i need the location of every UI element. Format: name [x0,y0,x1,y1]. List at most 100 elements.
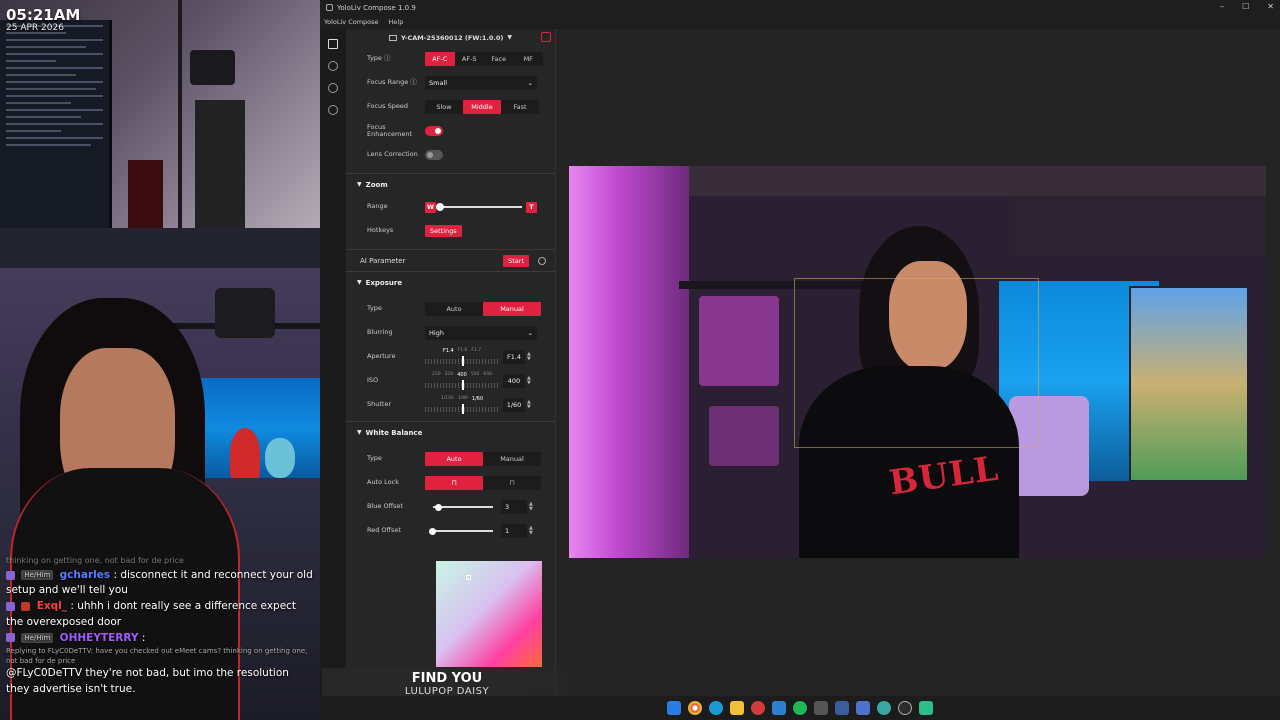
dial-tick-label: F1.7 [471,348,482,353]
stepper-arrows-icon[interactable]: ▲ ▼ [529,502,533,512]
lens-correction-row: Lens Correction [346,143,555,167]
exposure-section-header[interactable]: ▼ Exposure [346,271,555,293]
chat-message: He/Him OHHEYTERRY : Replying to FLyC0DeT… [6,631,314,697]
aperture-value[interactable]: F1.4 [503,350,525,364]
browser-icon[interactable] [877,701,891,715]
lock-icon[interactable]: ⊓ [483,476,541,490]
zoom-slider[interactable] [436,203,522,211]
menu-app[interactable]: YoloLiv Compose [324,18,379,26]
lens-correction-toggle[interactable] [425,150,443,160]
red-offset-row: Red Offset 1 ▲ ▼ [346,519,555,543]
wb-manual[interactable]: Manual [483,452,541,466]
red-offset-value[interactable]: 1 [501,524,527,538]
chat-text: : [141,631,146,644]
app-icon[interactable] [856,701,870,715]
zoom-section-header[interactable]: ▼ Zoom [346,173,555,195]
focus-range-value: Small [429,79,448,87]
focus-speed-middle[interactable]: Middle [463,100,501,114]
stepper-arrows-icon[interactable]: ▲ ▼ [527,352,531,362]
subscriber-badge-icon [6,570,15,580]
chat-username: gcharles [59,569,111,581]
aperture-dial[interactable]: F1.4 F1.6 F1.7 [425,347,499,367]
stepper-arrows-icon[interactable]: ▲ ▼ [529,526,533,536]
blue-offset-value[interactable]: 3 [501,500,527,514]
white-balance-section-header[interactable]: ▼ White Balance [346,421,555,443]
focus-type-mf[interactable]: MF [513,52,543,66]
chat-username: Exql_ [36,600,67,613]
focus-type-afc[interactable]: AF-C [425,52,455,66]
blurring-value: High [429,329,444,337]
stepper-arrows-icon[interactable]: ▲ ▼ [527,376,531,386]
shutter-dial[interactable]: 1/100 1/80 1/60 [425,395,499,415]
exposure-title: Exposure [365,278,403,287]
focus-type-row: Type ⓘ AF-C AF-S Face MF [346,47,555,71]
maximize-button[interactable]: ☐ [1242,2,1249,11]
zoom-tele-button[interactable]: T [526,201,537,213]
side-icon-bar [320,29,346,720]
close-button[interactable]: ✕ [1267,2,1274,11]
hotkeys-settings-button[interactable]: Settings [425,225,462,237]
auto-lock-label: Auto Lock [367,478,399,487]
camera-preview: BULL [569,166,1266,558]
app-icon[interactable] [835,701,849,715]
wb-type-label: Type [367,454,382,463]
chat-username: OHHEYTERRY [59,631,139,644]
zoom-hotkeys-row: Hotkeys Settings [346,219,555,243]
auto-lock-row: Auto Lock ⊓ ⊓ [346,471,555,495]
red-offset-slider[interactable] [429,527,493,535]
app-icon[interactable] [751,701,765,715]
chat-overlay: thinking on getting one, not bad for de … [0,555,320,720]
shutter-value[interactable]: 1/60 [503,398,525,412]
wb-auto[interactable]: Auto [425,452,483,466]
terminal-icon[interactable] [814,701,828,715]
blue-offset-slider[interactable] [433,503,493,511]
menu-bar: YoloLiv Compose Help [320,15,1280,29]
iso-value[interactable]: 400 [503,374,525,388]
app-icon[interactable] [919,701,933,715]
exposure-manual[interactable]: Manual [483,302,541,316]
zoom-wide-button[interactable]: W [425,201,436,213]
ai-start-button[interactable]: Start [503,254,529,267]
blue-offset-label: Blue Offset [367,502,403,511]
focus-speed-slow[interactable]: Slow [425,100,463,114]
iso-dial[interactable]: 250 320 400 500 640 [425,371,499,391]
zoom-title: Zoom [365,180,388,189]
ai-parameter-label: AI Parameter [360,256,406,265]
obs-icon[interactable] [898,701,912,715]
picker-cursor-icon[interactable] [466,575,471,580]
red-offset-label: Red Offset [367,526,401,535]
exposure-auto[interactable]: Auto [425,302,483,316]
focus-enhancement-toggle[interactable] [425,126,443,136]
gear-icon[interactable] [328,83,338,93]
focus-type-afs[interactable]: AF-S [454,52,484,66]
dial-tick-label: 500 [470,372,480,377]
palette-icon[interactable] [328,61,338,71]
aperture-label: Aperture [367,352,396,361]
lens-correction-label: Lens Correction [367,150,418,159]
reset-icon[interactable] [538,256,546,265]
minimize-button[interactable]: – [1220,2,1224,11]
folder-icon[interactable] [730,701,744,715]
iso-row: ISO 250 320 400 500 640 400 ▲ ▼ [346,369,555,393]
spotify-icon[interactable] [793,701,807,715]
info-icon[interactable] [328,105,338,115]
menu-help[interactable]: Help [389,18,404,26]
zoom-slider-knob[interactable] [436,203,444,211]
blurring-dropdown[interactable]: High ⌄ [425,326,537,340]
color-picker[interactable] [436,561,542,667]
windows-icon[interactable] [667,701,681,715]
chat-message: He/Him gcharles : disconnect it and reco… [6,568,314,598]
focus-type-face[interactable]: Face [484,52,514,66]
settings-list-icon[interactable] [328,39,338,49]
edge-icon[interactable] [709,701,723,715]
preview-game-screen [1129,286,1249,482]
focus-speed-fast[interactable]: Fast [501,100,539,114]
blue-offset-knob[interactable] [435,503,442,511]
focus-range-dropdown[interactable]: Small ⌄ [425,76,537,90]
stepper-arrows-icon[interactable]: ▲ ▼ [527,400,531,410]
chrome-icon[interactable] [688,701,702,715]
app-logo-icon [326,4,333,11]
vscode-icon[interactable] [772,701,786,715]
red-offset-knob[interactable] [429,527,436,535]
unlock-icon[interactable]: ⊓ [425,476,483,490]
